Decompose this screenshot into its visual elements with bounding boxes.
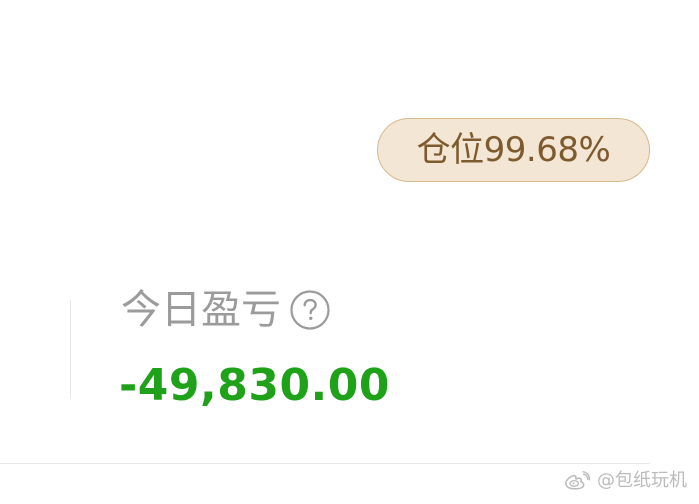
position-badge: 仓位99.68%: [377, 118, 650, 182]
watermark: @包纸玩机: [563, 470, 687, 492]
watermark-text: @包纸玩机: [597, 470, 687, 491]
today-pnl-label-row: 今日盈亏: [121, 286, 331, 334]
bottom-divider: [0, 463, 650, 464]
question-circle-icon[interactable]: [289, 289, 331, 331]
today-pnl-label: 今日盈亏: [121, 287, 281, 333]
weibo-logo: [563, 470, 591, 492]
left-divider: [70, 300, 71, 398]
today-pnl-value: -49,830.00: [119, 360, 390, 411]
